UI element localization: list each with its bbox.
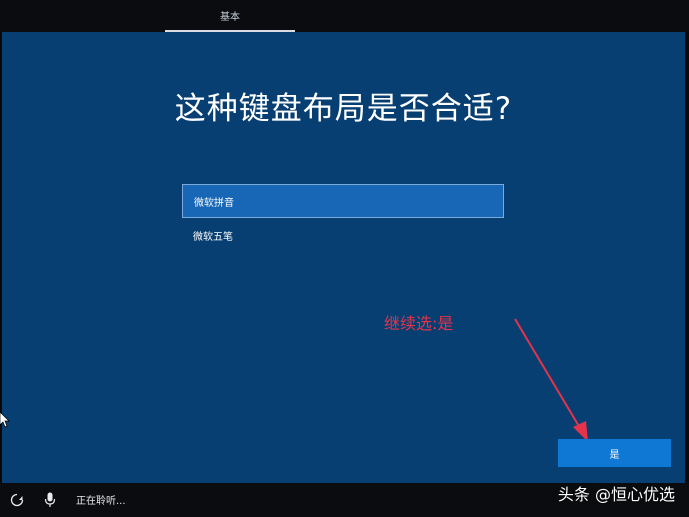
annotation-text: 继续选:是 — [384, 314, 454, 333]
yes-button[interactable]: 是 — [558, 439, 671, 467]
watermark: 头条 @恒心优选 — [557, 485, 675, 504]
tab-basic[interactable]: 基本 — [165, 0, 295, 32]
accessibility-icon[interactable] — [10, 493, 24, 507]
microphone-icon[interactable] — [44, 492, 56, 508]
mouse-cursor-icon — [0, 412, 10, 428]
page-title: 这种键盘布局是否合适? — [174, 91, 513, 127]
option-microsoft-wubi[interactable]: 微软五笔 — [182, 218, 504, 252]
top-bar: 基本 — [0, 0, 689, 32]
oobe-window: 基本 这种键盘布局是否合适? 微软拼音 微软五笔 继续选:是 是 正在聆听...… — [0, 0, 689, 517]
keyboard-layout-list: 微软拼音 微软五笔 — [182, 184, 504, 252]
main-panel: 这种键盘布局是否合适? 微软拼音 微软五笔 继续选:是 是 — [2, 32, 685, 483]
option-microsoft-pinyin[interactable]: 微软拼音 — [182, 184, 504, 218]
listening-status: 正在聆听... — [76, 496, 126, 507]
